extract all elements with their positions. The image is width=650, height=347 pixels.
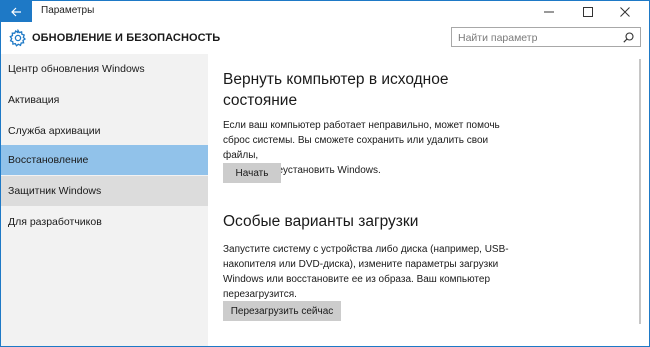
advanced-startup-title: Особые варианты загрузки: [223, 213, 419, 230]
window-title: Параметры: [41, 5, 95, 16]
close-button[interactable]: [611, 1, 639, 22]
sidebar-item-windows-defender[interactable]: Защитник Windows: [1, 176, 208, 206]
maximize-icon: [583, 6, 593, 17]
search-placeholder: Найти параметр: [458, 32, 538, 44]
sidebar-item-label: Защитник Windows: [8, 185, 102, 197]
sidebar: Центр обновления Windows Активация Служб…: [1, 54, 208, 346]
page-header: ОБНОВЛЕНИЕ И БЕЗОПАСНОСТЬ Найти параметр: [1, 22, 649, 54]
main-content: Вернуть компьютер в исходное состояние Е…: [208, 54, 649, 346]
advanced-desc-line: Windows или восстановите ее из образа. В…: [223, 274, 491, 285]
title-bar: Параметры: [1, 1, 649, 22]
reset-title-line: состояние: [223, 92, 298, 109]
settings-window: Параметры ОБНОВЛЕНИЕ И БЕЗОПАСНОСТЬ Найт…: [0, 0, 650, 347]
sidebar-item-label: Центр обновления Windows: [8, 63, 145, 75]
scrollbar[interactable]: [639, 59, 641, 324]
advanced-desc-line: Запустите систему с устройства либо диск…: [223, 244, 509, 255]
sidebar-item-windows-update[interactable]: Центр обновления Windows: [1, 54, 208, 84]
sidebar-item-label: Восстановление: [8, 154, 89, 166]
sidebar-item-backup[interactable]: Служба архивации: [1, 116, 208, 146]
back-button[interactable]: [1, 1, 32, 22]
sidebar-item-recovery[interactable]: Восстановление: [1, 145, 208, 175]
sidebar-item-label: Служба архивации: [8, 125, 101, 137]
search-icon[interactable]: [623, 32, 634, 43]
sidebar-item-label: Для разработчиков: [8, 216, 102, 228]
reset-desc-line: сброс системы. Вы сможете сохранить или …: [223, 135, 489, 161]
advanced-startup-description: Запустите систему с устройства либо диск…: [223, 242, 523, 302]
maximize-button[interactable]: [574, 1, 602, 22]
reset-section-title: Вернуть компьютер в исходное состояние: [223, 69, 448, 111]
gear-icon: [9, 29, 27, 47]
sidebar-item-activation[interactable]: Активация: [1, 85, 208, 115]
minimize-button[interactable]: [535, 1, 563, 22]
sidebar-item-label: Активация: [8, 94, 60, 106]
reset-title-line: Вернуть компьютер в исходное: [223, 71, 449, 88]
page-title: ОБНОВЛЕНИЕ И БЕЗОПАСНОСТЬ: [32, 32, 221, 44]
close-icon: [620, 6, 630, 17]
search-input[interactable]: Найти параметр: [451, 27, 641, 47]
back-arrow-icon: [11, 7, 21, 16]
sidebar-item-for-developers[interactable]: Для разработчиков: [1, 207, 208, 237]
reset-desc-line: Если ваш компьютер работает неправильно,…: [223, 120, 500, 131]
start-reset-button[interactable]: Начать: [223, 163, 281, 183]
minimize-icon: [544, 11, 554, 12]
advanced-desc-line: накопителя или DVD-диска), измените пара…: [223, 259, 499, 270]
restart-now-button[interactable]: Перезагрузить сейчас: [223, 301, 341, 321]
advanced-desc-line: перезагрузится.: [223, 289, 297, 300]
